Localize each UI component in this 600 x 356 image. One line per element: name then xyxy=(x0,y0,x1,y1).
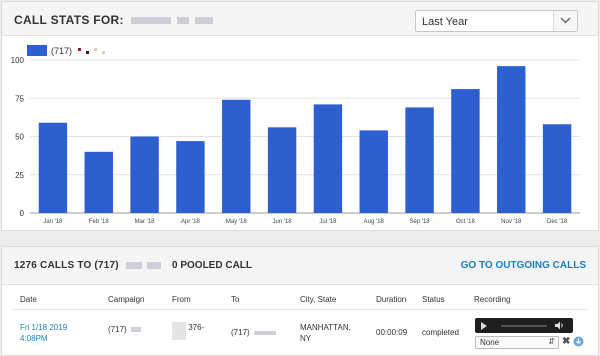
call-state: NY xyxy=(300,334,312,343)
redacted-number xyxy=(102,51,105,54)
chart-bar xyxy=(176,141,205,213)
chart-bar xyxy=(84,151,113,213)
x-tick-label: Nov '18 xyxy=(501,219,522,225)
redacted-number xyxy=(177,17,190,25)
chart-bar xyxy=(542,124,572,213)
audio-seek-bar[interactable] xyxy=(501,325,547,327)
pooled-calls-label: 0 POOLED CALL xyxy=(172,260,253,271)
chart-bar xyxy=(38,122,68,213)
calls-panel: 1276 CALLS TO (717) 0 POOLED CALL GO TO … xyxy=(1,246,599,356)
column-header-duration[interactable]: Duration xyxy=(376,295,406,304)
chart-bar xyxy=(497,66,526,214)
calls-count-title: 1276 CALLS TO (717) xyxy=(14,260,161,271)
calls-count-text: 1276 CALLS TO (717) xyxy=(14,260,119,271)
x-tick-label: Apr '18 xyxy=(181,219,200,225)
chart-bar xyxy=(405,107,434,213)
table-divider xyxy=(12,309,588,310)
y-tick-label: 100 xyxy=(11,56,25,65)
redacted-number xyxy=(78,48,81,51)
redacted-number xyxy=(86,51,89,54)
x-tick-label: Oct '18 xyxy=(456,219,475,225)
from-number: 376- xyxy=(188,323,205,332)
x-tick-label: Jan '18 xyxy=(43,219,63,225)
call-duration: 00:00:09 xyxy=(376,328,408,337)
call-stats-title-text: CALL STATS FOR: xyxy=(14,13,124,27)
redacted-number xyxy=(131,17,172,25)
x-tick-label: Aug '18 xyxy=(364,219,385,225)
call-status: completed xyxy=(422,328,459,337)
x-tick-label: Feb '18 xyxy=(89,219,109,225)
chart-bar xyxy=(267,127,297,213)
chart-bar xyxy=(451,89,480,213)
x-tick-label: Sep '18 xyxy=(409,219,430,225)
period-dropdown[interactable]: Last Year xyxy=(415,10,578,32)
recording-select-value: None xyxy=(480,338,500,347)
close-icon[interactable]: ✖ xyxy=(562,336,570,347)
column-header-status[interactable]: Status xyxy=(422,295,445,304)
call-stats-header: CALL STATS FOR: Last Year xyxy=(2,2,598,36)
call-campaign: (717) xyxy=(108,324,141,335)
x-tick-label: Jun '18 xyxy=(272,219,292,225)
call-to: (717) xyxy=(231,327,276,338)
redacted-number xyxy=(94,48,97,51)
calls-header: 1276 CALLS TO (717) 0 POOLED CALL GO TO … xyxy=(2,247,598,285)
call-city: MANHATTAN, xyxy=(300,323,351,332)
play-icon[interactable] xyxy=(481,322,487,330)
call-stats-title: CALL STATS FOR: xyxy=(14,13,213,27)
x-tick-label: Mar '18 xyxy=(135,219,155,225)
y-tick-label: 0 xyxy=(20,209,25,218)
redacted-number xyxy=(125,261,142,269)
recording-audio-player xyxy=(475,318,573,333)
monthly-calls-chart: 0 25 50 75 100 Jan '18 Feb '18 Mar '18 Apr '18 Ma… xyxy=(11,45,580,225)
redacted-number xyxy=(130,327,141,333)
call-city-state: MANHATTAN, NY xyxy=(300,322,351,344)
call-time: 4:08PM xyxy=(20,334,48,343)
column-header-campaign[interactable]: Campaign xyxy=(108,295,144,304)
call-stats-panel: CALL STATS FOR: Last Year 0 25 50 75 100 Jan … xyxy=(1,1,599,231)
y-tick-label: 75 xyxy=(15,94,24,103)
dropdown-toggle-button[interactable] xyxy=(553,11,577,31)
chart-bar xyxy=(222,99,251,213)
period-dropdown-value: Last Year xyxy=(422,16,468,28)
column-header-to[interactable]: To xyxy=(231,295,239,304)
select-arrows-icon: ⇵ xyxy=(548,337,555,346)
chart-bar xyxy=(359,130,388,213)
call-date: Fri 1/18 2019 xyxy=(20,323,68,332)
call-date-link[interactable]: Fri 1/18 2019 4:08PM xyxy=(20,322,67,344)
column-header-date[interactable]: Date xyxy=(20,295,37,304)
recording-select[interactable]: None ⇵ xyxy=(475,336,559,349)
chart-bar xyxy=(130,136,159,213)
column-header-recording: Recording xyxy=(474,295,511,304)
chart-bar xyxy=(313,104,343,213)
redacted-number xyxy=(194,17,213,25)
outgoing-calls-link[interactable]: GO TO OUTGOING CALLS xyxy=(461,260,586,271)
x-tick-label: Jul '18 xyxy=(319,219,337,225)
download-icon[interactable] xyxy=(573,336,584,347)
chevron-down-icon xyxy=(560,17,571,24)
call-from: 376- xyxy=(172,322,204,340)
y-tick-label: 25 xyxy=(15,171,24,180)
redacted-number xyxy=(146,261,161,269)
y-tick-label: 50 xyxy=(15,133,24,142)
column-header-from[interactable]: From xyxy=(172,295,191,304)
to-number: (717) xyxy=(231,328,250,337)
x-tick-label: May '18 xyxy=(226,219,247,225)
volume-icon[interactable] xyxy=(555,321,565,330)
redacted-number xyxy=(253,330,276,335)
legend-swatch xyxy=(27,45,47,56)
campaign-number: (717) xyxy=(108,325,127,334)
legend-label: (717) xyxy=(51,46,72,56)
redacted-number xyxy=(172,322,186,340)
x-tick-label: Dec '18 xyxy=(547,219,568,225)
column-header-city-state[interactable]: City, State xyxy=(300,295,336,304)
